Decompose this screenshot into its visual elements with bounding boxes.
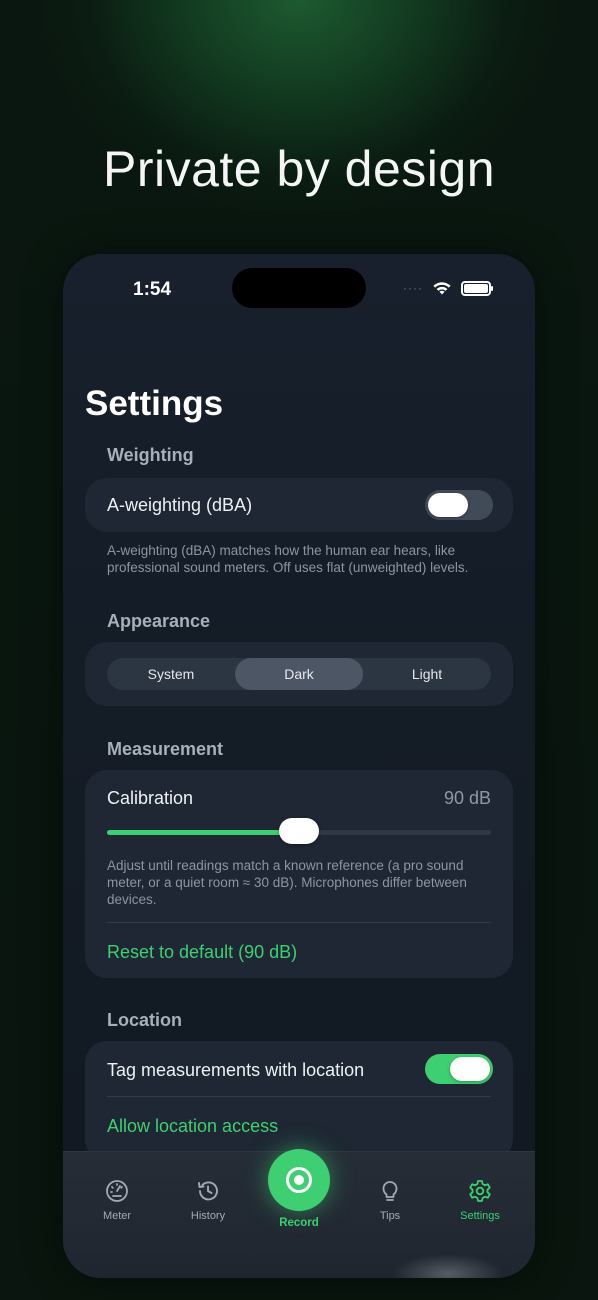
divider: [107, 1096, 491, 1097]
marketing-headline: Private by design: [102, 141, 496, 197]
record-button[interactable]: [268, 1149, 330, 1211]
section-label-weighting: Weighting: [107, 445, 194, 465]
weighting-footnote: A-weighting (dBA) matches how the human …: [107, 543, 469, 575]
section-label-location: Location: [107, 1010, 182, 1030]
tab-meter[interactable]: Meter: [77, 1178, 157, 1222]
a-weighting-label: A-weighting (dBA): [107, 495, 253, 515]
wifi-icon: [433, 282, 451, 295]
tab-label: Tips: [379, 1210, 401, 1222]
tab-label: History: [190, 1210, 226, 1222]
record-label: Record: [279, 1217, 319, 1229]
gear-icon: [469, 1180, 491, 1202]
segment-system[interactable]: System: [107, 658, 235, 690]
section-label-appearance: Appearance: [107, 611, 211, 631]
tab-tips[interactable]: Tips: [350, 1178, 430, 1222]
phone-frame: 1:54 ···· Settings Weighting A-weighting…: [63, 254, 535, 1278]
allow-location-button[interactable]: Allow location access: [107, 1116, 278, 1137]
slider-thumb[interactable]: [279, 818, 319, 844]
calibration-label: Calibration: [107, 788, 194, 808]
battery-icon: [461, 280, 493, 296]
dynamic-island: [232, 268, 366, 308]
tab-label: Settings: [460, 1210, 500, 1222]
segment-light[interactable]: Light: [363, 658, 491, 690]
appearance-card: System Dark Light: [85, 642, 513, 706]
segment-dark[interactable]: Dark: [235, 658, 363, 690]
divider: [107, 922, 491, 923]
a-weighting-toggle[interactable]: [425, 490, 493, 520]
status-icons: ····: [403, 280, 493, 296]
tab-settings[interactable]: Settings: [440, 1178, 520, 1222]
location-tag-toggle[interactable]: [425, 1054, 493, 1084]
appearance-segmented-control: System Dark Light: [107, 658, 491, 690]
page-title: Settings: [85, 384, 224, 423]
weighting-card: A-weighting (dBA): [85, 478, 513, 532]
signal-dots-icon: ····: [403, 281, 423, 295]
calibration-footnote: Adjust until readings match a known refe…: [107, 858, 467, 907]
status-time: 1:54: [133, 279, 172, 300]
section-label-measurement: Measurement: [107, 739, 224, 759]
calibration-slider[interactable]: [107, 818, 491, 844]
record-icon: [286, 1167, 312, 1193]
calibration-value: 90 dB: [443, 788, 491, 808]
gauge-icon: [106, 1180, 128, 1202]
slider-fill: [107, 830, 299, 835]
history-icon: [198, 1181, 218, 1201]
tab-history[interactable]: History: [168, 1178, 248, 1222]
lightbulb-icon: [382, 1181, 398, 1201]
measurement-card: Calibration 90 dB Adjust until readings …: [85, 770, 513, 978]
reset-default-button[interactable]: Reset to default (90 dB): [107, 942, 297, 963]
location-card: Tag measurements with location Allow loc…: [85, 1041, 513, 1161]
location-tag-label: Tag measurements with location: [107, 1060, 365, 1080]
home-glow: [393, 1254, 503, 1278]
tab-label: Meter: [102, 1210, 132, 1222]
